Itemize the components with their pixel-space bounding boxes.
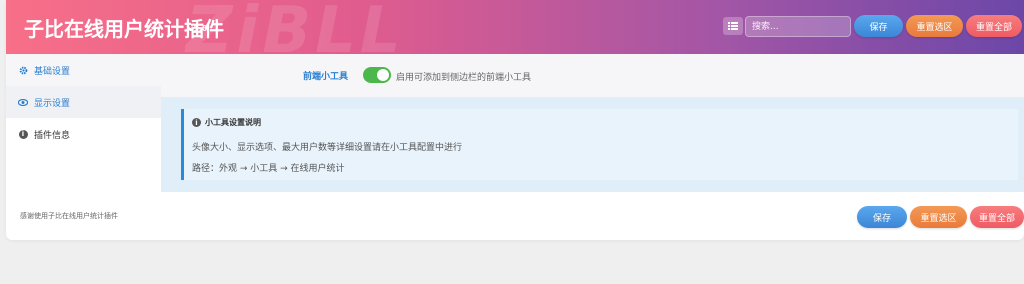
menu-toggle-button[interactable] (723, 17, 743, 35)
sidebar-item-label: 插件信息 (34, 130, 71, 141)
widget-field-label: 前端小工具 (303, 72, 349, 82)
footer-thanks-text: 感谢使用子比在线用户统计插件 (20, 212, 118, 220)
widget-toggle-description: 启用可添加到侧边栏的前端小工具 (396, 73, 532, 83)
gear-icon (18, 66, 28, 75)
eye-icon (18, 98, 28, 106)
setting-row (161, 54, 1024, 97)
sidebar-item-plugin-info[interactable]: i 插件信息 (6, 118, 161, 150)
reset-section-button[interactable]: 重置选区 (906, 15, 963, 37)
sidebar-item-basic-settings[interactable]: 基础设置 (6, 54, 161, 86)
sidebar-item-label: 基础设置 (34, 66, 71, 77)
sidebar-nav: 基础设置 显示设置 i 插件信息 (6, 54, 161, 192)
footer-reset-all-button[interactable]: 重置全部 (970, 206, 1024, 228)
widget-toggle[interactable] (363, 67, 391, 83)
notice-box: i 小工具设置说明 头像大小、显示选项、最大用户数等详细设置请在小工具配置中进行… (181, 109, 1018, 180)
toggle-knob (377, 69, 389, 81)
notice-title-text: 小工具设置说明 (205, 118, 261, 127)
header-bar: ZiBLL 子比在线用户统计插件 v1.0 保存 重置选区 重置全部 (6, 0, 1024, 54)
sidebar-item-display-settings[interactable]: 显示设置 (6, 86, 161, 118)
notice-title: i 小工具设置说明 (192, 117, 261, 128)
list-icon (728, 22, 738, 30)
notice-description: 头像大小、显示选项、最大用户数等详细设置请在小工具配置中进行 (192, 143, 463, 153)
search-input[interactable] (745, 16, 851, 37)
options-panel: ZiBLL 子比在线用户统计插件 v1.0 保存 重置选区 重置全部 基础设置 … (6, 0, 1024, 240)
footer-reset-section-button[interactable]: 重置选区 (910, 206, 967, 228)
sidebar-item-label: 显示设置 (34, 98, 71, 109)
info-icon: i (18, 129, 28, 139)
notice-path: 路径：外观 → 小工具 → 在线用户统计 (192, 164, 345, 174)
info-icon: i (192, 118, 201, 127)
save-button[interactable]: 保存 (854, 15, 903, 37)
footer-save-button[interactable]: 保存 (857, 206, 907, 228)
reset-all-button[interactable]: 重置全部 (966, 15, 1022, 37)
version-badge: v1.0 (188, 24, 208, 33)
